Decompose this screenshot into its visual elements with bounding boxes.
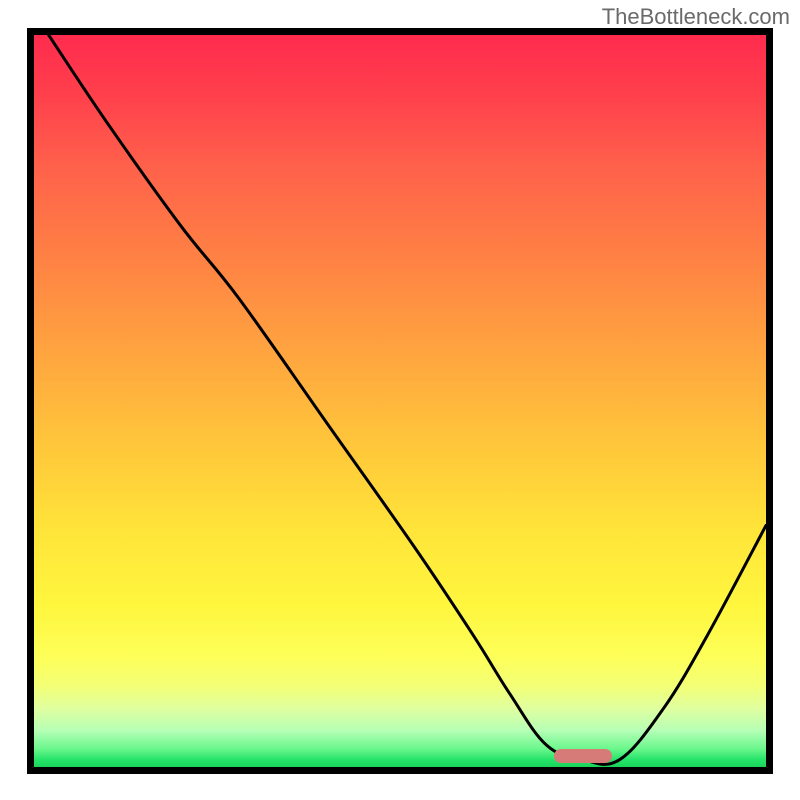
watermark-text: TheBottleneck.com bbox=[602, 4, 790, 30]
chart-container: TheBottleneck.com bbox=[0, 0, 800, 800]
optimal-marker bbox=[554, 749, 613, 763]
curve-svg bbox=[34, 35, 766, 767]
bottleneck-curve-path bbox=[49, 35, 766, 764]
plot-frame bbox=[27, 28, 773, 774]
